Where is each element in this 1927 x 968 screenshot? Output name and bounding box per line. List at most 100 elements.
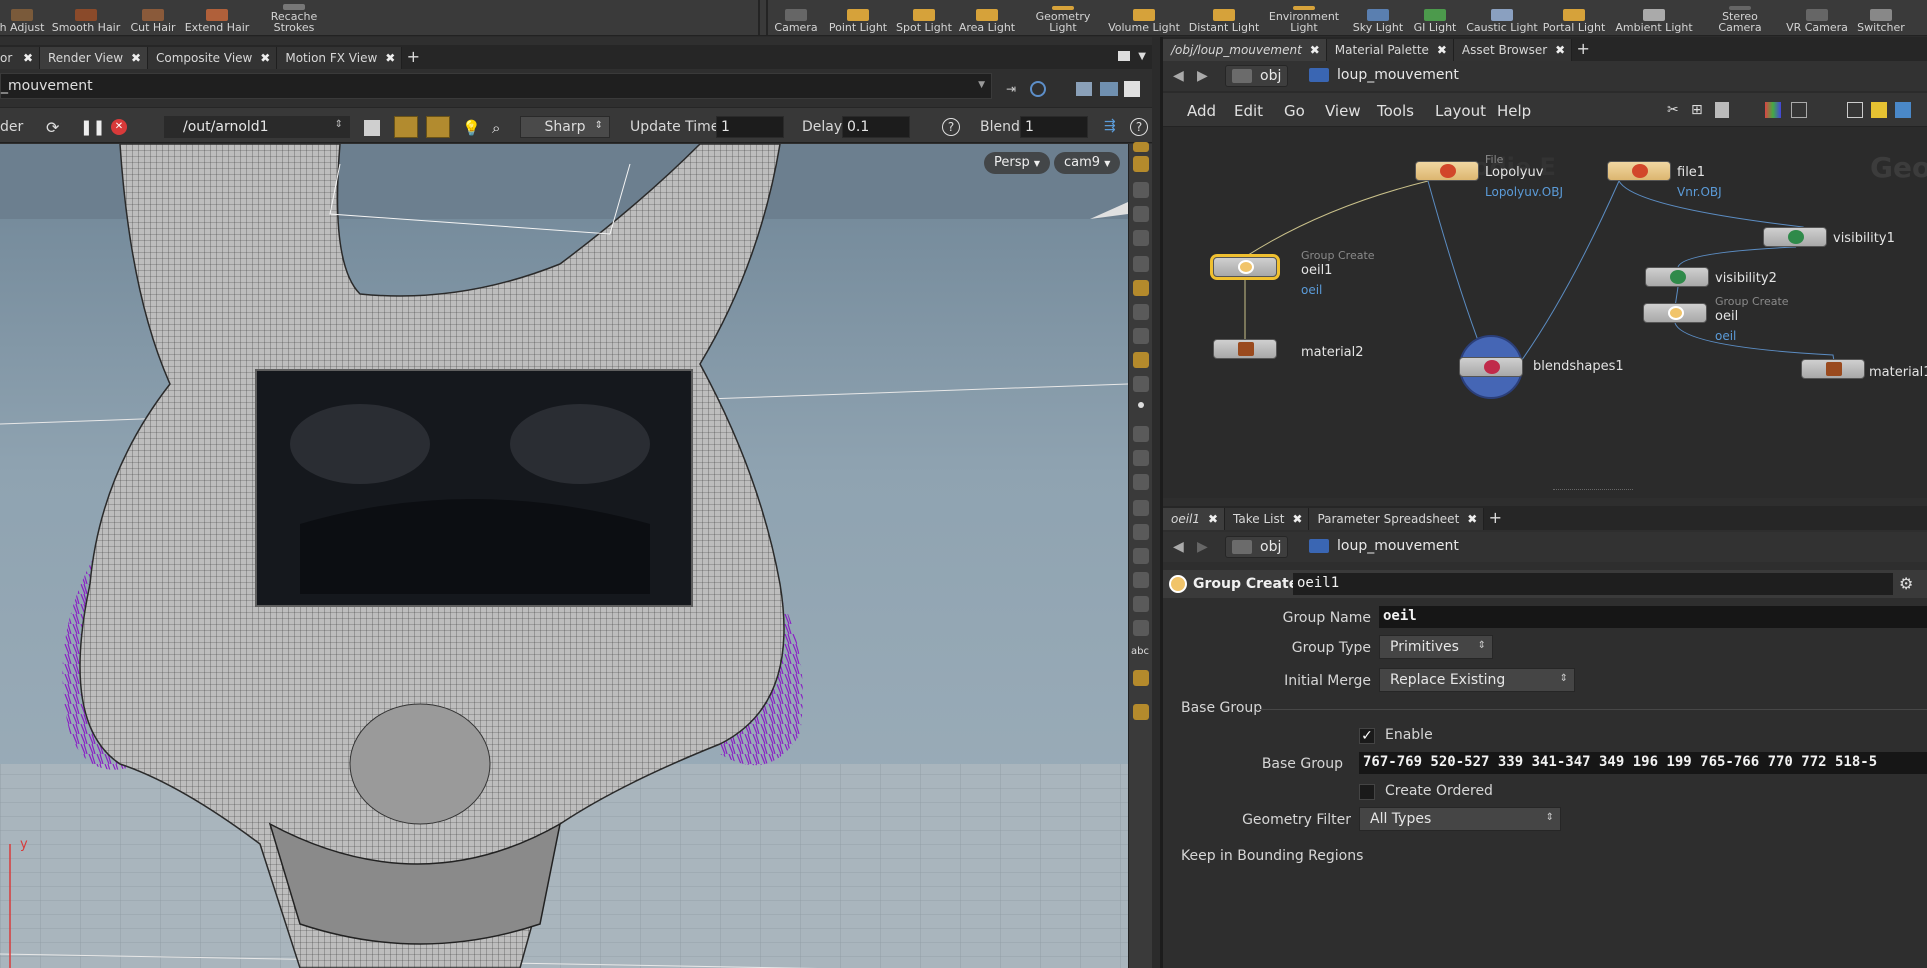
environment-light-tool[interactable]: Environment Light xyxy=(1268,0,1340,35)
stop-icon[interactable]: ✕ xyxy=(111,119,127,135)
maximize-icon[interactable] xyxy=(1124,81,1140,97)
spot-light-tool[interactable]: Spot Light xyxy=(894,0,954,35)
brush-icon[interactable] xyxy=(1133,450,1149,466)
refresh-icon[interactable]: ⟳ xyxy=(46,118,59,137)
node-file1[interactable] xyxy=(1607,161,1671,181)
node-oeil[interactable] xyxy=(1643,303,1707,323)
node-name-field[interactable]: oeil1 xyxy=(1293,573,1893,595)
layer-icon[interactable] xyxy=(1133,620,1149,636)
tab-material-palette[interactable]: Material Palette ✖ xyxy=(1326,39,1454,61)
camera-menu[interactable]: cam9 ▼ xyxy=(1054,152,1121,174)
menu-edit[interactable]: Edit xyxy=(1234,102,1263,120)
region-render-icon[interactable] xyxy=(426,116,450,138)
add-tab-icon[interactable]: + xyxy=(1484,506,1506,530)
tab-composite-view[interactable]: Composite View ✖ xyxy=(148,47,278,69)
node-visibility1[interactable] xyxy=(1763,227,1827,247)
display-icon[interactable] xyxy=(1076,82,1092,96)
menu-help[interactable]: Help xyxy=(1497,102,1531,120)
sticky-note-icon[interactable] xyxy=(1871,102,1887,118)
geometry-filter-select[interactable]: All Types ⇕ xyxy=(1359,807,1561,831)
camera-select-icon[interactable] xyxy=(364,120,380,136)
blend-field[interactable]: 1 xyxy=(1020,116,1088,138)
image-icon[interactable] xyxy=(1133,670,1149,686)
paint-icon[interactable] xyxy=(1133,500,1149,516)
close-icon[interactable]: ✖ xyxy=(1555,43,1565,57)
breadcrumb-node[interactable]: loup_mouvement xyxy=(1303,536,1465,558)
breadcrumb-context[interactable]: obj xyxy=(1225,536,1289,558)
group-name-field[interactable]: oeil xyxy=(1379,606,1927,628)
close-icon[interactable]: ✖ xyxy=(23,51,33,65)
cut-hair-tool[interactable]: Cut Hair xyxy=(128,0,178,35)
tab-geometry-spreadsheet[interactable]: or ✖ xyxy=(0,47,40,69)
tab-asset-browser[interactable]: Asset Browser ✖ xyxy=(1453,39,1573,61)
point-icon[interactable] xyxy=(1138,402,1144,408)
close-icon[interactable]: ✖ xyxy=(1310,43,1320,57)
zoom-icon[interactable]: ⌕ xyxy=(492,119,500,137)
gi-light-tool[interactable]: GI Light xyxy=(1410,0,1460,35)
normal-icon[interactable] xyxy=(1133,426,1149,442)
pane-layout-icon[interactable] xyxy=(1118,51,1130,61)
back-arrow-icon[interactable]: ◀ xyxy=(1173,539,1184,555)
render-button[interactable]: der xyxy=(0,119,23,135)
menu-tools[interactable]: Tools xyxy=(1377,102,1414,120)
close-icon[interactable] xyxy=(1133,230,1149,246)
sky-light-tool[interactable]: Sky Light xyxy=(1352,0,1404,35)
volume-light-tool[interactable]: Volume Light xyxy=(1108,0,1180,35)
enable-checkbox[interactable]: ✓ xyxy=(1359,728,1375,744)
number-icon[interactable] xyxy=(1133,474,1149,490)
tab-parameter-spreadsheet[interactable]: Parameter Spreadsheet ✖ xyxy=(1309,508,1485,530)
window-icon[interactable] xyxy=(1847,102,1863,118)
node-visibility2[interactable] xyxy=(1645,267,1709,287)
extend-hair-tool[interactable]: Extend Hair xyxy=(184,0,250,35)
layout-toggle-icon[interactable]: ⇶ xyxy=(1104,118,1120,136)
tree-icon[interactable]: ⊞ xyxy=(1691,102,1709,118)
point-light-tool[interactable]: Point Light xyxy=(828,0,888,35)
close-icon[interactable]: ✖ xyxy=(1292,512,1302,526)
add-tab-icon[interactable]: + xyxy=(402,45,424,69)
menu-add[interactable]: Add xyxy=(1187,102,1216,120)
color-palette-icon[interactable] xyxy=(1765,102,1781,118)
close-icon[interactable]: ✖ xyxy=(131,51,141,65)
lock-icon[interactable] xyxy=(1133,206,1149,222)
vr-camera-tool[interactable]: VR Camera xyxy=(1784,0,1850,35)
bulb-icon[interactable] xyxy=(1133,328,1149,344)
sidebar-top-icon[interactable] xyxy=(1133,142,1149,152)
pivot-icon[interactable] xyxy=(1133,376,1149,392)
chevron-down-icon[interactable]: ▼ xyxy=(978,80,985,90)
caustic-light-tool[interactable]: Caustic Light xyxy=(1466,0,1538,35)
bulb-icon[interactable] xyxy=(1133,304,1149,320)
node-material2[interactable] xyxy=(1213,339,1277,359)
add-tab-icon[interactable]: + xyxy=(1572,37,1594,61)
camera-tool[interactable]: Camera xyxy=(774,0,818,35)
scene-path-bar[interactable]: _mouvement ▼ xyxy=(0,73,992,99)
node-blendshapes1[interactable] xyxy=(1459,335,1523,399)
tools-icon[interactable]: ✂ xyxy=(1667,102,1685,118)
switcher-tool[interactable]: Switcher xyxy=(1852,0,1910,35)
close-icon[interactable]: ✖ xyxy=(1437,43,1447,57)
object-render-icon[interactable] xyxy=(394,116,418,138)
sharpness-select[interactable]: Sharp ⇕ xyxy=(520,116,610,138)
eye-icon[interactable] xyxy=(1133,156,1149,172)
node-oeil1[interactable] xyxy=(1210,254,1280,280)
list-icon[interactable] xyxy=(1715,102,1729,118)
portal-light-tool[interactable]: Portal Light xyxy=(1542,0,1606,35)
tab-network[interactable]: /obj/loup_mouvement ✖ xyxy=(1163,39,1327,61)
transform-icon[interactable] xyxy=(1133,596,1149,612)
menu-go[interactable]: Go xyxy=(1284,102,1305,120)
distant-light-tool[interactable]: Distant Light xyxy=(1188,0,1260,35)
pause-icon[interactable]: ❚❚ xyxy=(80,118,105,136)
light-icon[interactable] xyxy=(1133,280,1149,296)
grid-icon[interactable] xyxy=(1133,572,1149,588)
number-icon[interactable] xyxy=(1133,524,1149,540)
back-arrow-icon[interactable]: ◀ xyxy=(1173,68,1184,84)
menu-view[interactable]: View xyxy=(1325,102,1361,120)
tab-parameters[interactable]: oeil1 ✖ xyxy=(1163,508,1226,530)
gear-icon[interactable]: ⚙ xyxy=(1899,574,1913,593)
ambient-light-tool[interactable]: Ambient Light xyxy=(1614,0,1694,35)
update-time-field[interactable]: 1 xyxy=(716,116,784,138)
rop-path-select[interactable]: /out/arnold1 ⇕ xyxy=(164,116,350,138)
chevron-down-icon[interactable]: ▼ xyxy=(1138,51,1146,62)
scene-viewport[interactable]: y Persp ▼ cam9 ▼ xyxy=(0,144,1128,968)
sphere-icon[interactable] xyxy=(1133,256,1149,272)
text-icon[interactable]: abc xyxy=(1131,646,1151,662)
